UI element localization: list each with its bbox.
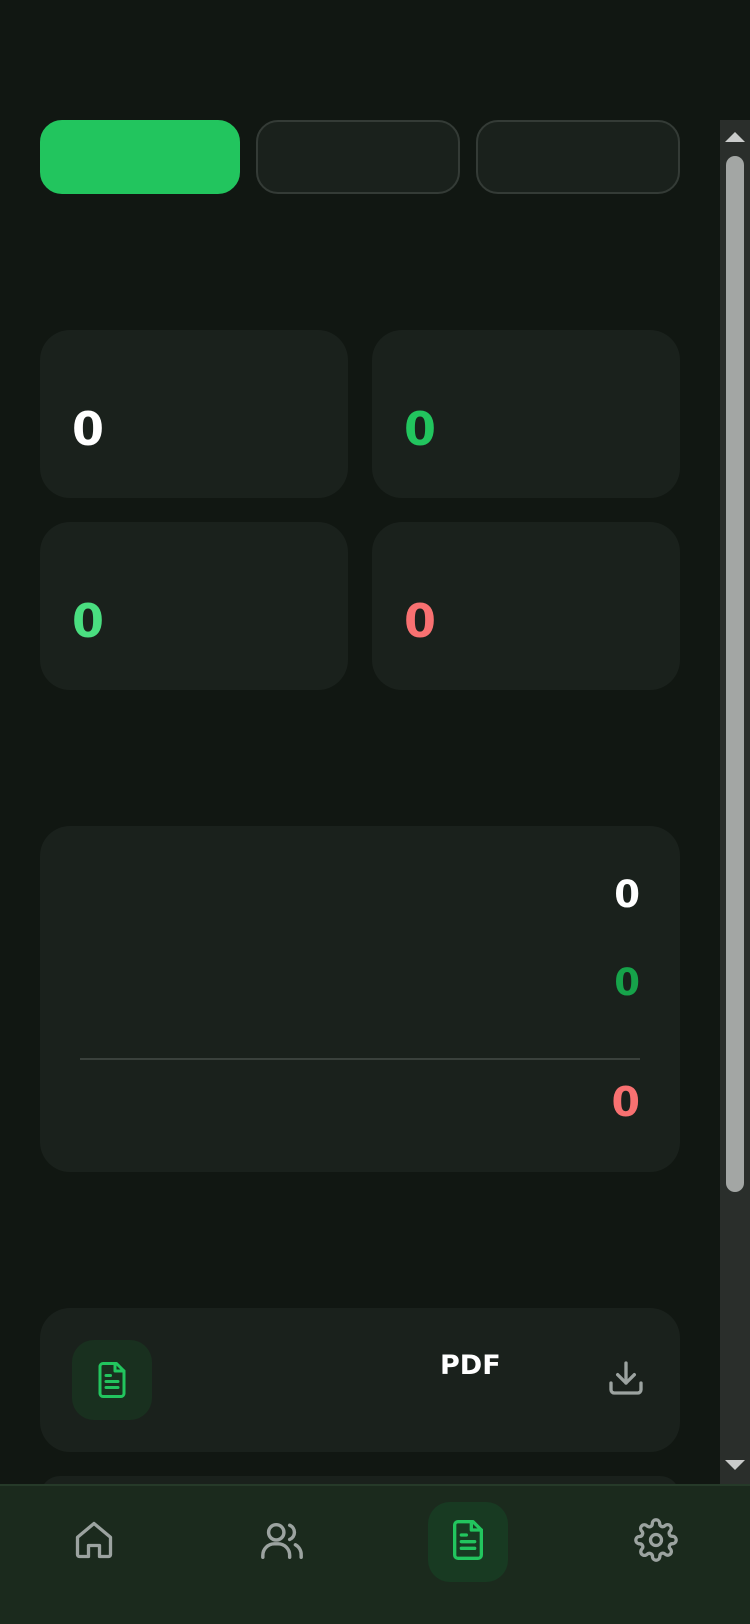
reports-screen: 0 0 0 0 0 0 0 PDF — [0, 0, 750, 1624]
summary-divider — [80, 1058, 640, 1060]
document-icon — [448, 1517, 488, 1567]
nav-reports[interactable] — [428, 1502, 508, 1582]
home-icon — [72, 1518, 116, 1566]
nav-settings[interactable] — [616, 1502, 696, 1582]
stat-card-expense: 0 — [372, 522, 680, 690]
bottom-nav — [0, 1484, 750, 1624]
summary-value-2: 0 — [614, 961, 640, 1004]
tab-3[interactable] — [476, 120, 680, 194]
stat-card-total: 0 — [40, 330, 348, 498]
nav-users[interactable] — [242, 1502, 322, 1582]
scrollbar[interactable] — [720, 120, 750, 1484]
stat-value: 0 — [404, 594, 437, 648]
nav-home[interactable] — [54, 1502, 134, 1582]
gear-icon — [634, 1518, 678, 1566]
summary-total: 0 — [611, 1078, 640, 1126]
export-label: PDF — [440, 1350, 501, 1381]
scroll-up-arrow[interactable] — [725, 132, 745, 142]
tab-1[interactable] — [40, 120, 240, 194]
document-icon — [72, 1340, 152, 1420]
summary-value-1: 0 — [614, 873, 640, 916]
stat-value: 0 — [72, 402, 105, 456]
scroll-down-arrow[interactable] — [725, 1460, 745, 1470]
export-pdf-card[interactable]: PDF — [40, 1308, 680, 1452]
summary-card: 0 0 0 — [40, 826, 680, 1172]
download-icon[interactable] — [606, 1358, 646, 1402]
stat-card-income: 0 — [40, 522, 348, 690]
scroll-thumb[interactable] — [726, 156, 744, 1192]
users-icon — [259, 1517, 305, 1567]
stat-value: 0 — [72, 594, 105, 648]
tab-2[interactable] — [256, 120, 460, 194]
stat-value: 0 — [404, 402, 437, 456]
stat-card-active: 0 — [372, 330, 680, 498]
